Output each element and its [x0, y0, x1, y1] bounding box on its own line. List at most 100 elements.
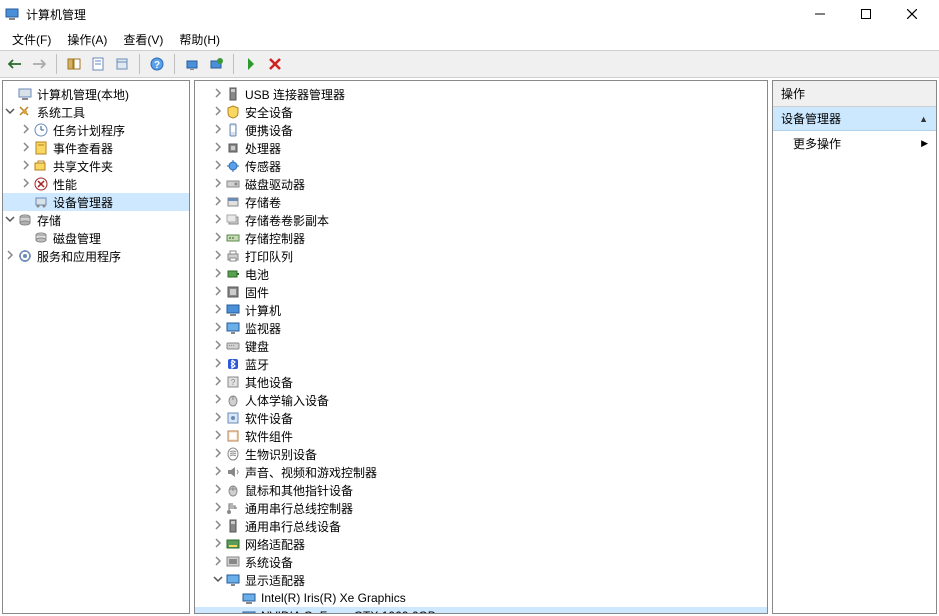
tree-item-label: 存储卷	[245, 194, 281, 211]
menu-action[interactable]: 操作(A)	[59, 29, 115, 50]
expand-icon[interactable]	[211, 250, 225, 263]
tree-item[interactable]: ?其他设备	[195, 373, 767, 391]
expand-icon[interactable]	[211, 430, 225, 443]
tree-item[interactable]: 设备管理器	[3, 193, 189, 211]
action-more[interactable]: 更多操作 ▶	[773, 131, 936, 156]
tree-item[interactable]: 网络适配器	[195, 535, 767, 553]
tree-item[interactable]: 传感器	[195, 157, 767, 175]
tree-item[interactable]: 处理器	[195, 139, 767, 157]
expand-icon[interactable]	[211, 178, 225, 191]
expand-icon[interactable]	[211, 268, 225, 281]
collapse-icon[interactable]	[3, 106, 17, 119]
tree-item[interactable]: 事件查看器	[3, 139, 189, 157]
tree-item[interactable]: 人体学输入设备	[195, 391, 767, 409]
tree-item[interactable]: 计算机	[195, 301, 767, 319]
tree-item[interactable]: 便携设备	[195, 121, 767, 139]
expand-icon[interactable]	[211, 376, 225, 389]
expand-icon[interactable]	[211, 538, 225, 551]
tree-item[interactable]: 鼠标和其他指针设备	[195, 481, 767, 499]
actions-header: 操作	[773, 81, 936, 107]
expand-icon[interactable]	[211, 232, 225, 245]
disable-device-button[interactable]	[264, 53, 286, 75]
expand-icon[interactable]	[19, 142, 33, 155]
maximize-button[interactable]	[843, 0, 889, 28]
tree-item[interactable]: 任务计划程序	[3, 121, 189, 139]
expand-icon[interactable]	[211, 124, 225, 137]
expand-icon[interactable]	[19, 124, 33, 137]
show-hide-tree-button[interactable]	[63, 53, 85, 75]
expand-icon[interactable]	[211, 502, 225, 515]
expand-icon[interactable]	[211, 304, 225, 317]
tree-item[interactable]: 电池	[195, 265, 767, 283]
expand-icon[interactable]	[211, 286, 225, 299]
expand-icon[interactable]	[19, 160, 33, 173]
properties-button[interactable]	[87, 53, 109, 75]
tree-item[interactable]: 通用串行总线控制器	[195, 499, 767, 517]
collapse-icon[interactable]	[3, 214, 17, 227]
device-tree-pane[interactable]: USB 连接器管理器安全设备便携设备处理器传感器磁盘驱动器存储卷存储卷卷影副本存…	[194, 80, 768, 614]
tree-item[interactable]: 生物识别设备	[195, 445, 767, 463]
tree-item[interactable]: 系统工具	[3, 103, 189, 121]
export-button[interactable]	[111, 53, 133, 75]
expand-icon[interactable]	[211, 412, 225, 425]
expand-icon[interactable]	[211, 214, 225, 227]
tree-item[interactable]: 固件	[195, 283, 767, 301]
tree-item[interactable]: 服务和应用程序	[3, 247, 189, 265]
tree-item[interactable]: 共享文件夹	[3, 157, 189, 175]
tree-item[interactable]: 软件设备	[195, 409, 767, 427]
tree-item[interactable]: 打印队列	[195, 247, 767, 265]
back-button[interactable]	[4, 53, 26, 75]
forward-button[interactable]	[28, 53, 50, 75]
console-tree-pane[interactable]: 计算机管理(本地)系统工具任务计划程序事件查看器共享文件夹性能设备管理器存储磁盘…	[2, 80, 190, 614]
tree-item[interactable]: 磁盘驱动器	[195, 175, 767, 193]
tree-item[interactable]: 键盘	[195, 337, 767, 355]
tree-item[interactable]: 存储控制器	[195, 229, 767, 247]
expand-icon[interactable]	[211, 520, 225, 533]
refresh-button[interactable]	[205, 53, 227, 75]
tree-item[interactable]: 存储卷	[195, 193, 767, 211]
expand-icon[interactable]	[211, 358, 225, 371]
tree-item[interactable]: 软件组件	[195, 427, 767, 445]
menu-file[interactable]: 文件(F)	[4, 29, 59, 50]
tree-item[interactable]: 蓝牙	[195, 355, 767, 373]
menu-view[interactable]: 查看(V)	[115, 29, 171, 50]
tree-item[interactable]: 存储	[3, 211, 189, 229]
menu-help[interactable]: 帮助(H)	[171, 29, 228, 50]
expand-icon[interactable]	[211, 196, 225, 209]
expand-icon[interactable]	[211, 142, 225, 155]
expand-icon[interactable]	[3, 250, 17, 263]
expand-icon[interactable]	[211, 88, 225, 101]
tree-item[interactable]: 声音、视频和游戏控制器	[195, 463, 767, 481]
tree-item[interactable]: 计算机管理(本地)	[3, 85, 189, 103]
tree-item[interactable]: 通用串行总线设备	[195, 517, 767, 535]
expand-icon[interactable]	[211, 448, 225, 461]
tree-item[interactable]: 性能	[3, 175, 189, 193]
tree-item[interactable]: 存储卷卷影副本	[195, 211, 767, 229]
expand-icon[interactable]	[211, 340, 225, 353]
help-button[interactable]: ?	[146, 53, 168, 75]
tree-item[interactable]: 监视器	[195, 319, 767, 337]
tree-item[interactable]: USB 连接器管理器	[195, 85, 767, 103]
close-button[interactable]	[889, 0, 935, 28]
tree-item[interactable]: 显示适配器	[195, 571, 767, 589]
event-icon	[33, 140, 49, 156]
expand-icon[interactable]	[211, 106, 225, 119]
expand-icon[interactable]	[211, 484, 225, 497]
expand-icon[interactable]	[211, 322, 225, 335]
tree-item[interactable]: 安全设备	[195, 103, 767, 121]
expand-icon[interactable]	[211, 466, 225, 479]
tree-item[interactable]: Intel(R) Iris(R) Xe Graphics	[195, 589, 767, 607]
expand-icon[interactable]	[211, 556, 225, 569]
tree-item[interactable]: 磁盘管理	[3, 229, 189, 247]
tree-item[interactable]: NVIDIA GeForce GTX 1060 6GB	[195, 607, 767, 614]
actions-context[interactable]: 设备管理器 ▲	[773, 107, 936, 131]
collapse-icon[interactable]	[211, 574, 225, 587]
minimize-button[interactable]	[797, 0, 843, 28]
expand-icon[interactable]	[211, 160, 225, 173]
tree-item[interactable]: 系统设备	[195, 553, 767, 571]
scan-button[interactable]	[181, 53, 203, 75]
expand-icon[interactable]	[211, 394, 225, 407]
expand-icon[interactable]	[19, 178, 33, 191]
enable-device-button[interactable]	[240, 53, 262, 75]
tree-item-label: 软件组件	[245, 428, 293, 445]
